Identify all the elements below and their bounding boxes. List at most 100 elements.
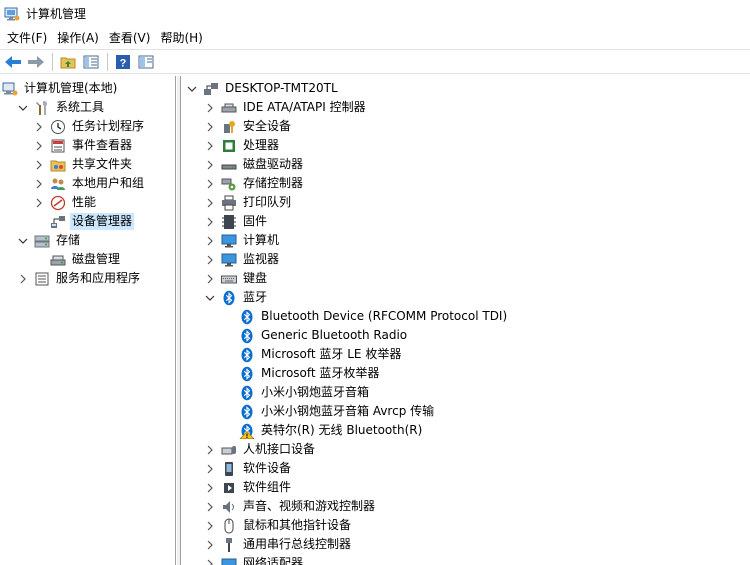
chevron-right-icon[interactable] [205, 464, 215, 474]
chevron-right-icon[interactable] [205, 236, 215, 246]
chevron-down-icon[interactable] [18, 103, 28, 113]
right_tree-item-0[interactable]: DESKTOP-TMT20TL [187, 79, 340, 98]
menu-view[interactable]: 查看(V) [104, 28, 156, 48]
chevron-right-icon[interactable] [34, 160, 44, 170]
console-tree-pane[interactable]: 计算机管理(本地) 系统工具 任务计划程序事件查看器共享文件夹本地用户和组 性能 设备管… [0, 76, 176, 565]
show-hide-tree-icon[interactable] [80, 51, 102, 73]
right_tree-item-6[interactable]: 打印队列 [205, 193, 293, 212]
chevron-right-icon[interactable] [205, 274, 215, 284]
toolbar-separator [52, 52, 53, 71]
right_tree-item-18[interactable]: 英特尔(R) 无线 Bluetooth(R) [223, 421, 424, 440]
left_tree-item-4[interactable]: 共享文件夹 [34, 155, 134, 174]
chevron-right-icon[interactable] [205, 483, 215, 493]
right_tree-item-22[interactable]: 声音、视频和游戏控制器 [205, 497, 377, 516]
chevron-right-icon[interactable] [205, 122, 215, 132]
left_tree-item-3[interactable]: 事件查看器 [34, 136, 134, 155]
chevron-right-icon[interactable] [205, 559, 215, 565]
right_tree-item-7[interactable]: 固件 [205, 212, 269, 231]
computer-management-icon [2, 81, 18, 97]
chevron-right-icon[interactable] [205, 141, 215, 151]
right_tree-item-12[interactable]: Bluetooth Device (RFCOMM Protocol TDI) [223, 307, 509, 326]
left_tree-item-7[interactable]: 设备管理器 [34, 212, 135, 231]
menu-help[interactable]: 帮助(H) [155, 28, 207, 48]
device-tree-pane[interactable]: DESKTOP-TMT20TL IDE ATA/ATAPI 控制器 安全设备处理器磁… [180, 76, 750, 565]
right_tree-item-16[interactable]: 小米小钢炮蓝牙音箱 [223, 383, 371, 402]
help-icon[interactable]: ? [112, 51, 134, 73]
chevron-right-icon[interactable] [205, 179, 215, 189]
left_tree-item-label: 事件查看器 [72, 138, 133, 152]
right_tree-item-21[interactable]: 软件组件 [205, 478, 293, 497]
chevron-right-icon[interactable] [18, 274, 28, 284]
right_tree-item-5[interactable]: 存储控制器 [205, 174, 305, 193]
left_tree-item-5[interactable]: 本地用户和组 [34, 174, 146, 193]
chevron-right-icon[interactable] [34, 179, 44, 189]
right_tree-item-label: 处理器 [243, 138, 280, 152]
up-folder-icon[interactable] [57, 51, 79, 73]
forward-arrow-icon[interactable] [25, 51, 47, 73]
right_tree-item-label: 小米小钢炮蓝牙音箱 Avrcp 传输 [261, 404, 435, 418]
left_tree-item-label: 设备管理器 [70, 213, 135, 230]
chevron-right-icon[interactable] [205, 540, 215, 550]
left_tree-item-9[interactable]: 磁盘管理 [34, 250, 122, 269]
left_tree-item-0[interactable]: 计算机管理(本地) [2, 79, 119, 98]
bluetooth-icon [239, 328, 255, 344]
security-device-icon [221, 119, 237, 135]
chevron-right-icon[interactable] [34, 141, 44, 151]
chevron-down-icon[interactable] [205, 293, 215, 303]
right_tree-item-8[interactable]: 计算机 [205, 231, 281, 250]
right_tree-item-14[interactable]: Microsoft 蓝牙 LE 枚举器 [223, 345, 403, 364]
chevron-down-icon[interactable] [18, 236, 28, 246]
left_tree-item-label: 共享文件夹 [72, 157, 133, 171]
toolbar-separator [107, 52, 108, 71]
sound-icon [221, 499, 237, 515]
right_tree-item-13[interactable]: Generic Bluetooth Radio [223, 326, 409, 345]
computer-management-app-icon [4, 6, 20, 22]
menu-action[interactable]: 操作(A) [52, 28, 104, 48]
left_tree-item-8[interactable]: 存储 [18, 231, 82, 250]
chevron-right-icon[interactable] [34, 122, 44, 132]
printer-icon [221, 195, 237, 211]
chevron-right-icon[interactable] [205, 502, 215, 512]
right_tree-item-9[interactable]: 监视器 [205, 250, 281, 269]
right_tree-item-17[interactable]: 小米小钢炮蓝牙音箱 Avrcp 传输 [223, 402, 436, 421]
back-arrow-icon[interactable] [2, 51, 24, 73]
right_tree-item-15[interactable]: Microsoft 蓝牙枚举器 [223, 364, 381, 383]
right_tree-item-label: 固件 [243, 214, 268, 228]
system-tools-icon [34, 100, 50, 116]
chevron-right-icon[interactable] [205, 217, 215, 227]
left_tree-item-6[interactable]: 性能 [34, 193, 98, 212]
right_tree-item-label: DESKTOP-TMT20TL [225, 81, 338, 95]
left_tree-item-1[interactable]: 系统工具 [18, 98, 106, 117]
menu-file[interactable]: 文件(F) [2, 28, 52, 48]
chevron-right-icon[interactable] [205, 103, 215, 113]
properties-pane-icon[interactable] [135, 51, 157, 73]
right_tree-item-24[interactable]: 通用串行总线控制器 [205, 535, 353, 554]
right_tree-item-2[interactable]: 安全设备 [205, 117, 293, 136]
right_tree-item-4[interactable]: 磁盘驱动器 [205, 155, 305, 174]
left_tree-item-10[interactable]: 服务和应用程序 [18, 269, 142, 288]
storage-icon [34, 233, 50, 249]
right_tree-item-20[interactable]: 软件设备 [205, 459, 293, 478]
hid-icon [221, 442, 237, 458]
right_tree-item-10[interactable]: 键盘 [205, 269, 269, 288]
right_tree-item-25[interactable]: 网络适配器 [205, 554, 305, 565]
chevron-right-icon[interactable] [205, 160, 215, 170]
right_tree-item-11[interactable]: 蓝牙 [205, 288, 269, 307]
chevron-right-icon[interactable] [205, 198, 215, 208]
network-adapter-icon [221, 556, 237, 565]
usb-icon [221, 537, 237, 553]
right_tree-item-3[interactable]: 处理器 [205, 136, 281, 155]
left_tree-item-label: 磁盘管理 [72, 252, 121, 266]
chevron-right-icon[interactable] [205, 521, 215, 531]
chevron-right-icon[interactable] [205, 255, 215, 265]
chevron-right-icon[interactable] [34, 198, 44, 208]
chevron-right-icon[interactable] [205, 445, 215, 455]
right_tree-item-1[interactable]: IDE ATA/ATAPI 控制器 [205, 98, 368, 117]
users-icon [50, 176, 66, 192]
right_tree-item-23[interactable]: 鼠标和其他指针设备 [205, 516, 353, 535]
right_tree-item-19[interactable]: 人机接口设备 [205, 440, 317, 459]
chevron-down-icon[interactable] [187, 84, 197, 94]
left_tree-item-2[interactable]: 任务计划程序 [34, 117, 146, 136]
